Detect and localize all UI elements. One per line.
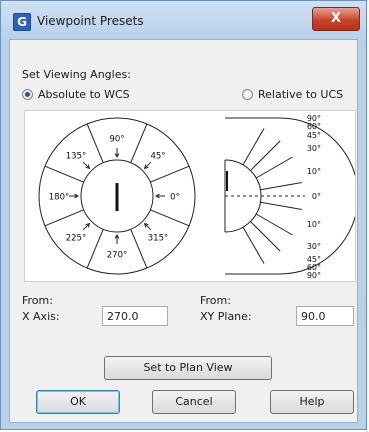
wheel-label[interactable]: 270° — [107, 251, 127, 261]
wheel-label[interactable]: 45° — [150, 151, 165, 161]
absolute-to-wcs-radio[interactable]: Absolute to WCS — [22, 88, 130, 101]
radio-checked-icon — [22, 89, 33, 100]
title-bar[interactable]: G Viewpoint Presets X — [1, 1, 366, 39]
wheel-label[interactable]: 135° — [66, 151, 86, 161]
wheel-divider — [44, 165, 84, 183]
wheel-divider — [86, 123, 104, 163]
elevation-divider — [255, 156, 293, 179]
xy-plane-input[interactable] — [296, 306, 354, 326]
wheel-label[interactable]: 315° — [148, 234, 168, 244]
relative-to-ucs-radio[interactable]: Relative to UCS — [242, 88, 343, 101]
x-axis-from-label: From: — [22, 294, 53, 307]
wheel-divider — [130, 123, 148, 163]
elevation-label-lower[interactable]: 10° — [307, 220, 321, 229]
help-button[interactable]: Help — [270, 390, 354, 414]
app-logo-icon: G — [13, 13, 31, 31]
x-axis-label: X Axis: — [22, 310, 60, 323]
xy-plane-from-label: From: — [200, 294, 231, 307]
wheel-divider — [130, 229, 148, 269]
elevation-label-lower[interactable]: 90° — [307, 271, 321, 280]
viewing-angle-diagrams: 90° 45° 0° 315° 270° 225° 180° 135° 90° 60° 45° 30… — [24, 110, 359, 282]
dialog-window: G Viewpoint Presets X Set Viewing Angles… — [0, 0, 367, 430]
wheel-divider — [44, 209, 84, 227]
elevation-divider — [242, 226, 265, 264]
radio-unchecked-icon — [242, 89, 253, 100]
angle-diagram-svg: 90°45°0°315°270°225°180°135° 90°60°45°30… — [38, 114, 359, 280]
elevation-divider — [250, 140, 281, 171]
wheel-divider — [86, 229, 104, 269]
elevation-label-lower[interactable]: 30° — [307, 242, 321, 251]
elevation-label-upper[interactable]: 60° — [307, 122, 321, 131]
relative-to-ucs-label: Relative to UCS — [258, 88, 344, 101]
wheel-divider — [150, 209, 190, 227]
x-axis-input[interactable] — [102, 306, 168, 326]
cancel-button[interactable]: Cancel — [152, 390, 236, 414]
xy-plane-elevation-scale[interactable]: 90°60°45°30°10°0°10°30°45°60°90° — [224, 114, 359, 280]
elevation-label-upper[interactable]: 30° — [307, 144, 321, 153]
window-title: Viewpoint Presets — [37, 14, 144, 28]
elevation-divider — [260, 201, 302, 211]
elevation-label-upper[interactable]: 45° — [307, 131, 321, 140]
elevation-label-zero[interactable]: 0° — [312, 192, 321, 201]
elevation-divider — [255, 213, 293, 236]
elevation-divider — [242, 128, 265, 166]
elevation-label-upper[interactable]: 10° — [307, 167, 321, 176]
viewing-angles-label: Set Viewing Angles: — [22, 68, 131, 81]
close-button[interactable]: X — [312, 7, 360, 31]
wheel-label[interactable]: 180° — [49, 193, 69, 203]
wheel-label[interactable]: 225° — [66, 234, 86, 244]
elevation-divider — [260, 181, 302, 191]
elevation-divider — [250, 221, 281, 252]
xy-plane-label: XY Plane: — [200, 310, 252, 323]
dialog-body: Set Viewing Angles: Absolute to WCS Rela… — [9, 39, 359, 423]
wheel-label[interactable]: 90° — [109, 135, 124, 145]
wheel-label[interactable]: 0° — [170, 193, 180, 203]
set-to-plan-view-button[interactable]: Set to Plan View — [104, 356, 272, 380]
ok-button[interactable]: OK — [36, 390, 120, 414]
wheel-divider — [150, 165, 190, 183]
absolute-to-wcs-label: Absolute to WCS — [38, 88, 130, 101]
